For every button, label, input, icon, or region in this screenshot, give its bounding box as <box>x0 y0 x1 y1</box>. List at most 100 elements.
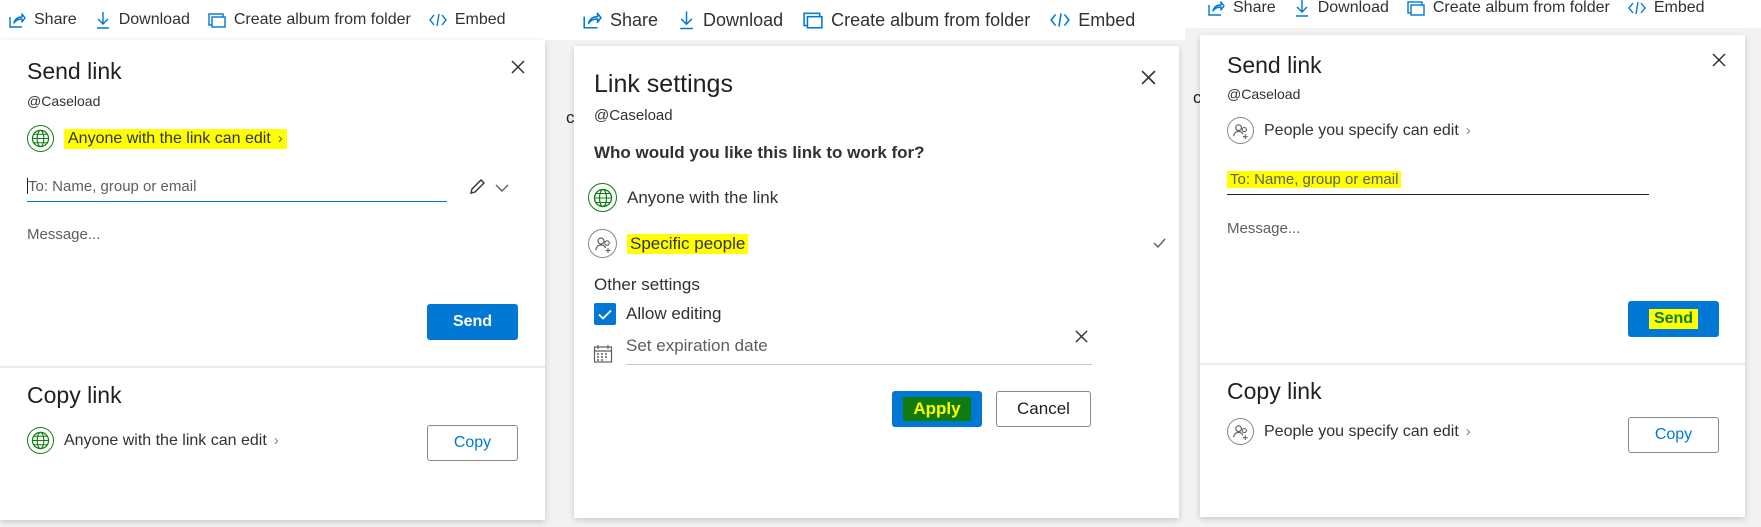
permission-label: People you specify can edit <box>1264 121 1459 139</box>
expiration-placeholder: Set expiration date <box>626 336 768 355</box>
copy-link-title: Copy link <box>1227 378 1322 404</box>
embed-button[interactable]: Embed <box>428 11 506 29</box>
share-button[interactable]: Share <box>8 11 77 29</box>
send-link-dialog: Send link @Caseload People you specify c… <box>1200 35 1745 517</box>
download-label: Download <box>1317 0 1389 16</box>
album-icon <box>1407 1 1425 16</box>
download-label: Download <box>703 9 784 30</box>
recipient-placeholder: To: Name, group or email <box>1227 171 1402 188</box>
embed-button[interactable]: Embed <box>1627 0 1705 17</box>
allow-editing-label: Allow editing <box>626 304 722 323</box>
download-icon <box>96 12 109 29</box>
share-icon <box>1208 1 1225 16</box>
send-button[interactable]: Send <box>427 304 518 340</box>
option-anyone[interactable]: Anyone with the link <box>588 183 778 212</box>
permission-highlight: Anyone with the link can edit › <box>64 128 287 149</box>
cancel-button[interactable]: Cancel <box>996 391 1091 427</box>
embed-label: Embed <box>1653 0 1705 16</box>
message-input[interactable]: Message... <box>1227 220 1300 237</box>
account-label: @Caseload <box>1227 86 1301 102</box>
chevron-right-icon: › <box>1465 423 1471 440</box>
copy-permission-label: Anyone with the link can edit <box>64 431 267 449</box>
copy-link-title: Copy link <box>27 382 122 408</box>
copy-link-section: Copy link Anyone with the link can edit ›… <box>0 368 545 520</box>
download-button[interactable]: Download <box>95 11 190 29</box>
copy-permission-selector[interactable]: People you specify can edit › <box>1227 418 1471 445</box>
copy-link-section: Copy link People you specify can edit › C… <box>1200 365 1745 517</box>
expiration-date-input[interactable]: Set expiration date <box>626 330 1092 365</box>
people-icon <box>588 229 617 258</box>
permission-selector[interactable]: People you specify can edit › <box>1227 117 1471 144</box>
share-label: Share <box>34 11 77 28</box>
share-icon <box>9 13 26 28</box>
checkmark-icon <box>1153 238 1166 248</box>
download-button[interactable]: Download <box>678 10 783 31</box>
embed-label: Embed <box>454 11 506 28</box>
chevron-right-icon: › <box>277 129 283 147</box>
copy-permission-selector[interactable]: Anyone with the link can edit › <box>27 427 279 454</box>
create-album-label: Create album from folder <box>831 9 1031 30</box>
download-icon <box>680 11 693 30</box>
permission-selector[interactable]: Anyone with the link can edit › <box>27 125 287 152</box>
toolbar: Share Download Create album from folder … <box>0 0 560 40</box>
create-album-label: Create album from folder <box>1432 0 1610 16</box>
embed-label: Embed <box>1078 9 1136 30</box>
share-label: Share <box>1233 0 1276 16</box>
send-link-section: Send link @Caseload People you specify c… <box>1200 35 1745 363</box>
embed-button[interactable]: Embed <box>1050 10 1135 31</box>
link-settings-dialog: Link settings @Caseload Who would you li… <box>574 46 1179 518</box>
create-album-button[interactable]: Create album from folder <box>803 10 1030 31</box>
allow-editing-checkbox[interactable]: Allow editing <box>594 303 721 325</box>
share-button[interactable]: Share <box>582 10 658 31</box>
create-album-label: Create album from folder <box>233 11 411 28</box>
create-album-button[interactable]: Create album from folder <box>208 11 411 29</box>
clear-expiration-icon[interactable] <box>1074 329 1089 344</box>
pencil-icon[interactable] <box>468 178 486 196</box>
dialog-title: Link settings <box>594 70 733 98</box>
chevron-right-icon: › <box>1465 122 1471 139</box>
dialog-title: Send link <box>1227 52 1322 78</box>
recipient-input[interactable]: To: Name, group or email <box>1227 171 1649 195</box>
chevron-down-icon[interactable] <box>495 183 509 193</box>
option-specific-people[interactable]: Specific people <box>588 229 1166 258</box>
send-link-dialog: Send link @Caseload Anyone with the link… <box>0 40 545 520</box>
globe-icon <box>27 125 54 152</box>
download-button[interactable]: Download <box>1294 0 1389 17</box>
account-label: @Caseload <box>594 107 673 124</box>
apply-label: Apply <box>903 397 971 421</box>
close-icon[interactable] <box>1140 69 1157 86</box>
message-input[interactable]: Message... <box>27 226 100 243</box>
link-settings-panel: Share Download Create album from folder … <box>560 0 1185 527</box>
copy-button[interactable]: Copy <box>1628 417 1719 453</box>
toolbar: Share Download Create album from folder … <box>1185 0 1761 28</box>
people-icon <box>1227 418 1254 445</box>
embed-icon <box>428 13 447 27</box>
embed-icon <box>1627 1 1646 15</box>
option-anyone-label: Anyone with the link <box>627 187 779 207</box>
account-label: @Caseload <box>27 93 101 109</box>
close-icon[interactable] <box>1711 52 1727 68</box>
create-album-button[interactable]: Create album from folder <box>1407 0 1610 17</box>
globe-icon <box>588 183 617 212</box>
share-button[interactable]: Share <box>1207 0 1276 17</box>
share-label: Share <box>610 9 659 30</box>
dialog-title: Send link <box>27 58 122 84</box>
album-icon <box>803 12 823 29</box>
other-settings-label: Other settings <box>594 275 700 294</box>
share-icon <box>583 12 602 29</box>
download-label: Download <box>118 11 190 28</box>
toolbar: Share Download Create album from folder … <box>560 0 1185 40</box>
option-specific-label: Specific people <box>627 233 749 254</box>
apply-button[interactable]: Apply <box>892 391 982 427</box>
copy-button[interactable]: Copy <box>427 425 518 461</box>
close-icon[interactable] <box>510 59 526 75</box>
globe-icon <box>27 427 54 454</box>
send-link-panel-3: Share Download Create album from folder … <box>1185 0 1761 527</box>
copy-permission-label: People you specify can edit <box>1264 422 1459 440</box>
recipient-input[interactable]: To: Name, group or email <box>27 178 447 202</box>
send-button[interactable]: Send <box>1628 301 1719 337</box>
question-label: Who would you like this link to work for… <box>594 143 925 162</box>
send-link-panel-1: Share Download Create album from folder … <box>0 0 560 527</box>
recipient-placeholder: To: Name, group or email <box>28 178 197 195</box>
calendar-icon <box>593 345 613 363</box>
